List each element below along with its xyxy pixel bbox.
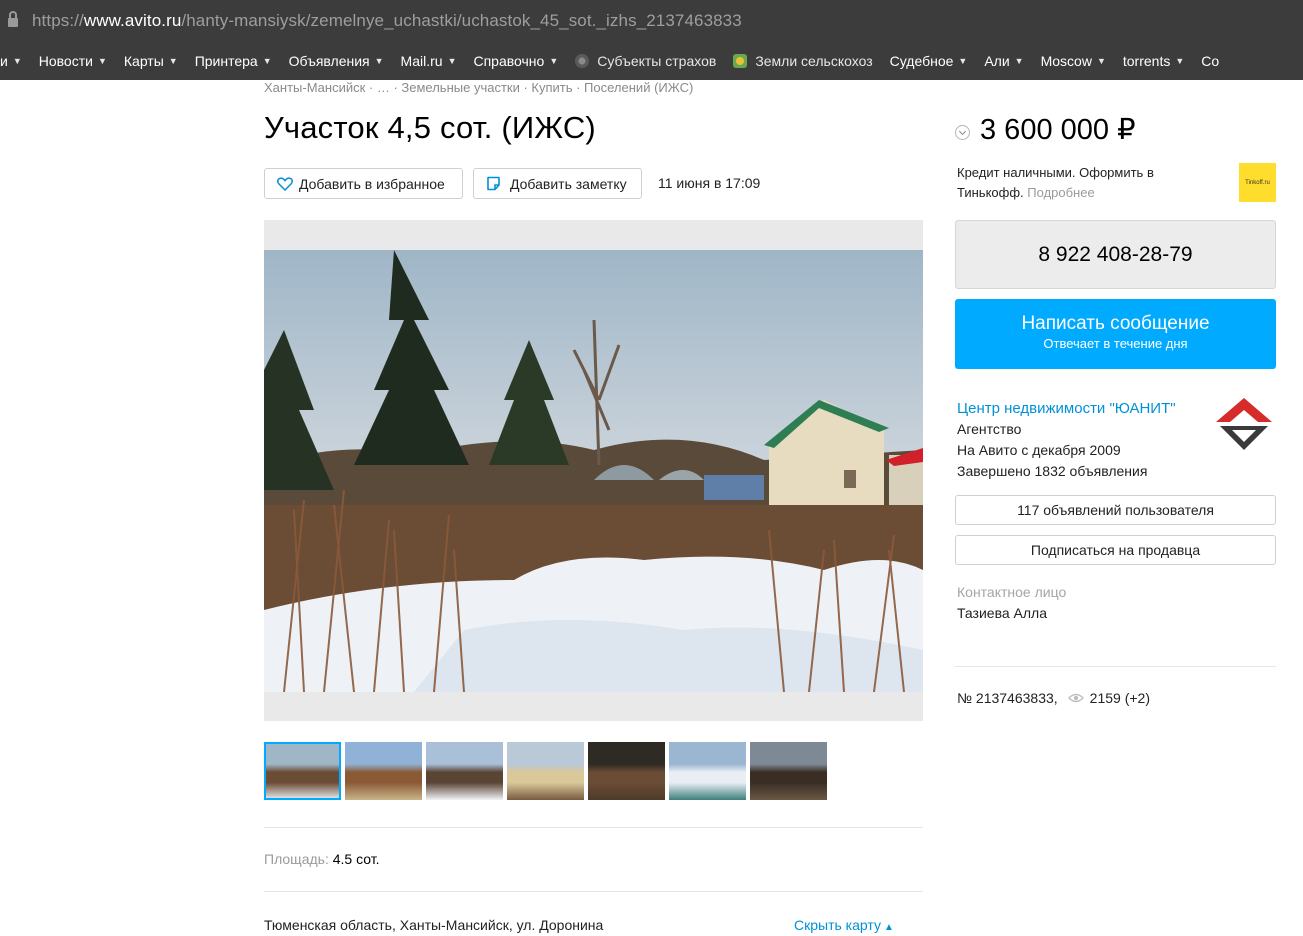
view-count: 2159 (+2) — [1089, 690, 1150, 706]
bookmark-item[interactable]: Новости ▼ — [39, 53, 107, 69]
bookmark-item[interactable]: Принтера ▼ — [195, 53, 272, 69]
write-message-button[interactable]: Написать сообщение Отвечает в течение дн… — [955, 299, 1276, 369]
bookmark-label: torrents — [1122, 53, 1171, 69]
bookmark-label: Mail.ru — [400, 53, 443, 69]
bookmark-label: Новости — [38, 53, 93, 69]
add-note-button[interactable]: Добавить заметку — [473, 168, 642, 199]
area-param: Площадь: 4.5 сот. — [264, 851, 379, 867]
seller-logo[interactable] — [1214, 394, 1274, 454]
caret-down-icon: ▼ — [1096, 56, 1106, 66]
add-note-label: Добавить заметку — [510, 175, 627, 192]
bookmark-label: Объявления — [288, 53, 370, 69]
photo-thumbnail[interactable] — [588, 742, 665, 800]
bookmark-item[interactable]: Mail.ru ▼ — [401, 53, 457, 69]
photo-thumbnail[interactable] — [345, 742, 422, 800]
caret-down-icon: ▼ — [262, 56, 272, 66]
address-bar[interactable]: https://www.avito.ru/hanty-mansiysk/zeme… — [0, 0, 1303, 42]
ad-number: № 2137463833, — [957, 690, 1058, 706]
bookmark-label: Карты — [123, 53, 164, 69]
publish-date: 11 июня в 17:09 — [658, 175, 761, 191]
thumbnail-strip — [264, 742, 831, 800]
bookmark-item[interactable]: Со — [1201, 53, 1219, 69]
seller-completed: Завершено 1832 объявления — [957, 463, 1148, 479]
address-text: Тюменская область, Ханты-Мансийск, ул. Д… — [264, 917, 604, 933]
subscribe-seller-button[interactable]: Подписаться на продавца — [955, 535, 1276, 565]
caret-down-icon: ▼ — [168, 56, 178, 66]
write-message-label: Написать сообщение — [1021, 313, 1210, 334]
bookmark-item[interactable]: Али ▼ — [984, 53, 1023, 69]
bookmark-label: Со — [1201, 53, 1220, 69]
seller-name-link[interactable]: Центр недвижимости "ЮАНИТ" — [957, 398, 1176, 419]
bookmark-label: Moscow — [1040, 53, 1092, 69]
photo-thumbnail[interactable] — [264, 742, 341, 800]
photo-thumbnail[interactable] — [669, 742, 746, 800]
photo-thumbnail[interactable] — [426, 742, 503, 800]
bookmark-item[interactable]: Справочно ▼ — [473, 53, 558, 69]
chevron-up-icon: ▲ — [883, 922, 894, 933]
bookmark-item[interactable]: Moscow ▼ — [1041, 53, 1106, 69]
lock-icon — [8, 11, 18, 28]
user-ads-button[interactable]: 117 объявлений пользователя — [955, 495, 1276, 525]
photo-image — [264, 250, 923, 692]
response-time: Отвечает в течение дня — [1043, 336, 1188, 351]
bookmark-label: Принтера — [194, 53, 258, 69]
add-to-favorites-button[interactable]: Добавить в избранное — [264, 168, 463, 199]
caret-down-icon: ▼ — [958, 56, 968, 66]
divider — [264, 827, 923, 828]
breadcrumb[interactable]: Ханты-Мансийск · … · Земельные участки ·… — [264, 80, 693, 95]
bookmark-item[interactable]: и ▼ — [0, 53, 22, 69]
price: 3 600 000 ₽ — [980, 114, 1136, 146]
area-value: 4.5 сот. — [332, 851, 380, 867]
divider — [264, 891, 923, 892]
caret-down-icon: ▼ — [1014, 56, 1024, 66]
ad-meta: № 2137463833, 2159 (+2) — [957, 690, 1150, 706]
bookmark-label: Земли сельскохоз — [755, 53, 873, 69]
price-block: 3 600 000 ₽ — [955, 112, 1136, 147]
contact-name: Тазиева Алла — [957, 605, 1047, 621]
contact-label: Контактное лицо — [957, 584, 1067, 600]
bookmark-label: Субъекты страхов — [597, 53, 717, 69]
hide-map-label: Скрыть карту — [794, 917, 881, 933]
bookmarks-bar: и ▼ Новости ▼ Карты ▼ Принтера ▼ Объявления ▼ Mail… — [0, 42, 1303, 80]
page-title: Участок 4,5 сот. (ИЖС) — [264, 110, 596, 145]
hide-map-link[interactable]: Скрыть карту ▲ — [794, 917, 894, 933]
bookmark-item[interactable]: Субъекты страхов — [575, 53, 716, 69]
caret-down-icon: ▼ — [97, 56, 107, 66]
seller-type: Агентство — [957, 421, 1022, 437]
show-phone-button[interactable]: 8 922 408-28-79 — [955, 220, 1276, 289]
divider — [955, 666, 1276, 667]
area-label: Площадь: — [264, 851, 329, 867]
caret-down-icon: ▼ — [549, 56, 559, 66]
price-dropdown-icon[interactable] — [955, 124, 970, 140]
credit-offer: Кредит наличными. Оформить в Тинькофф. П… — [957, 163, 1207, 203]
horse-icon — [733, 54, 748, 68]
heart-icon — [277, 176, 293, 191]
photo-thumbnail[interactable] — [507, 742, 584, 800]
bookmark-item[interactable]: Земли сельскохоз — [733, 53, 873, 69]
bookmark-label: Справочно — [473, 53, 545, 69]
caret-down-icon: ▼ — [12, 56, 22, 66]
seller-info: Центр недвижимости "ЮАНИТ" Агентство На … — [957, 398, 1176, 482]
bank-logo[interactable]: Tinkoff.ru — [1239, 163, 1276, 202]
add-to-favorites-label: Добавить в избранное — [299, 175, 445, 192]
caret-down-icon: ▼ — [447, 56, 457, 66]
seal-icon — [575, 54, 590, 68]
photo-thumbnail[interactable] — [750, 742, 827, 800]
credit-more-link[interactable]: Подробнее — [1027, 185, 1094, 200]
eye-icon — [1067, 693, 1084, 703]
note-icon — [487, 176, 500, 191]
bookmark-item[interactable]: Судебное ▼ — [890, 53, 968, 69]
seller-since: На Авито с декабря 2009 — [957, 442, 1121, 458]
bookmark-label: Али — [984, 53, 1010, 69]
bookmark-label: и — [0, 53, 8, 69]
url-text[interactable]: https://www.avito.ru/hanty-mansiysk/zeme… — [32, 11, 742, 31]
bookmark-item[interactable]: Объявления ▼ — [289, 53, 384, 69]
bookmark-item[interactable]: Карты ▼ — [124, 53, 178, 69]
bookmark-label: Судебное — [889, 53, 954, 69]
caret-down-icon: ▼ — [374, 56, 384, 66]
caret-down-icon: ▼ — [1175, 56, 1185, 66]
main-photo[interactable] — [264, 220, 923, 721]
bookmark-item[interactable]: torrents ▼ — [1123, 53, 1184, 69]
